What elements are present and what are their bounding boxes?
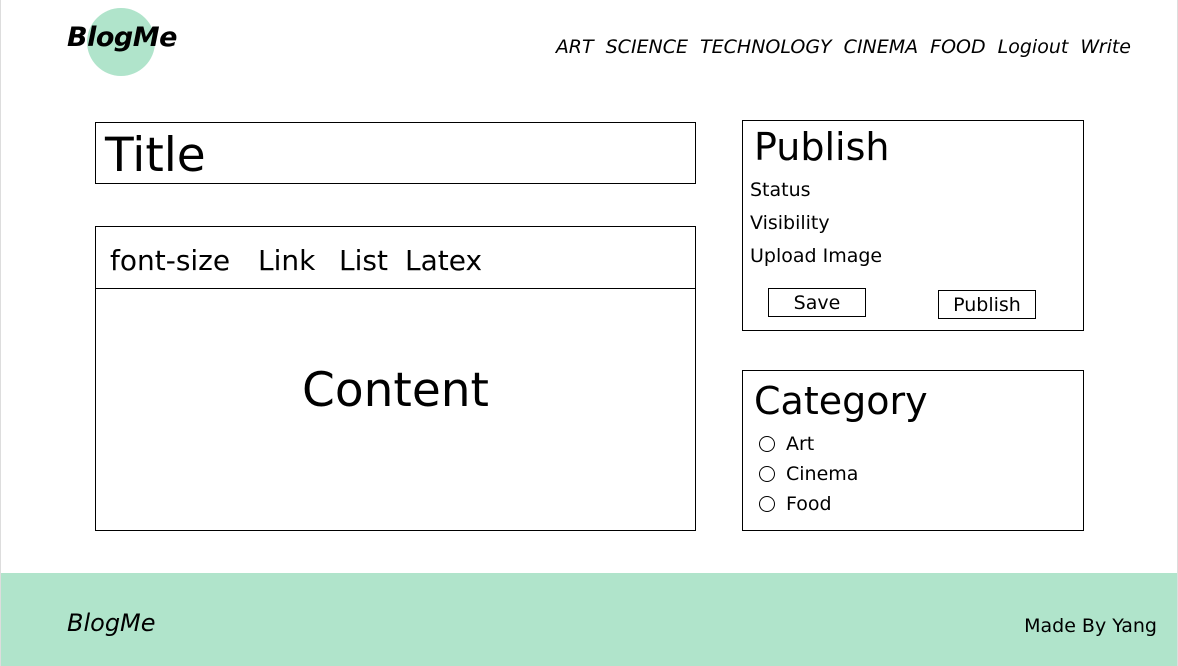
nav-item-technology[interactable]: TECHNOLOGY: [700, 36, 832, 58]
save-button[interactable]: Save: [768, 288, 866, 317]
category-panel: Category Art Cinema Food: [742, 370, 1084, 531]
editor-toolbar: font-size Link List Latex: [96, 227, 695, 289]
font-size-button[interactable]: font-size: [110, 243, 230, 279]
radio-button[interactable]: [759, 496, 775, 512]
category-option-cinema[interactable]: Cinema: [759, 462, 858, 486]
site-logo[interactable]: BlogMe: [67, 22, 177, 53]
category-heading: Category: [754, 379, 928, 423]
status-label[interactable]: Status: [750, 178, 811, 202]
main-nav: ART SCIENCE TECHNOLOGY CINEMA FOOD Logio…: [556, 36, 1131, 58]
upload-image-label[interactable]: Upload Image: [750, 244, 882, 268]
category-option-label: Food: [786, 493, 832, 515]
radio-button[interactable]: [759, 436, 775, 452]
nav-item-food[interactable]: FOOD: [930, 36, 985, 58]
title-placeholder: Title: [105, 128, 206, 183]
nav-item-science[interactable]: SCIENCE: [606, 36, 688, 58]
category-option-label: Art: [786, 433, 815, 455]
nav-item-write[interactable]: Write: [1080, 36, 1131, 58]
category-option-food[interactable]: Food: [759, 492, 832, 516]
nav-item-logout[interactable]: Logiout: [998, 36, 1069, 58]
nav-item-cinema[interactable]: CINEMA: [844, 36, 918, 58]
radio-button[interactable]: [759, 466, 775, 482]
visibility-label[interactable]: Visibility: [750, 211, 830, 235]
latex-button[interactable]: Latex: [405, 243, 482, 279]
footer-credit: Made By Yang: [1024, 615, 1157, 637]
link-button[interactable]: Link: [258, 243, 315, 279]
list-button[interactable]: List: [339, 243, 388, 279]
content-placeholder[interactable]: Content: [96, 363, 695, 419]
nav-item-art[interactable]: ART: [556, 36, 594, 58]
publish-button[interactable]: Publish: [938, 290, 1036, 319]
write-page: BlogMe ART SCIENCE TECHNOLOGY CINEMA FOO…: [0, 0, 1178, 666]
publish-panel: Publish Status Visibility Upload Image S…: [742, 120, 1084, 331]
footer: BlogMe Made By Yang: [1, 573, 1177, 666]
category-option-label: Cinema: [786, 463, 859, 485]
title-input[interactable]: Title: [95, 122, 696, 184]
publish-heading: Publish: [754, 125, 890, 169]
category-option-art[interactable]: Art: [759, 432, 814, 456]
footer-logo[interactable]: BlogMe: [67, 609, 156, 637]
content-editor: font-size Link List Latex Content: [95, 226, 696, 531]
